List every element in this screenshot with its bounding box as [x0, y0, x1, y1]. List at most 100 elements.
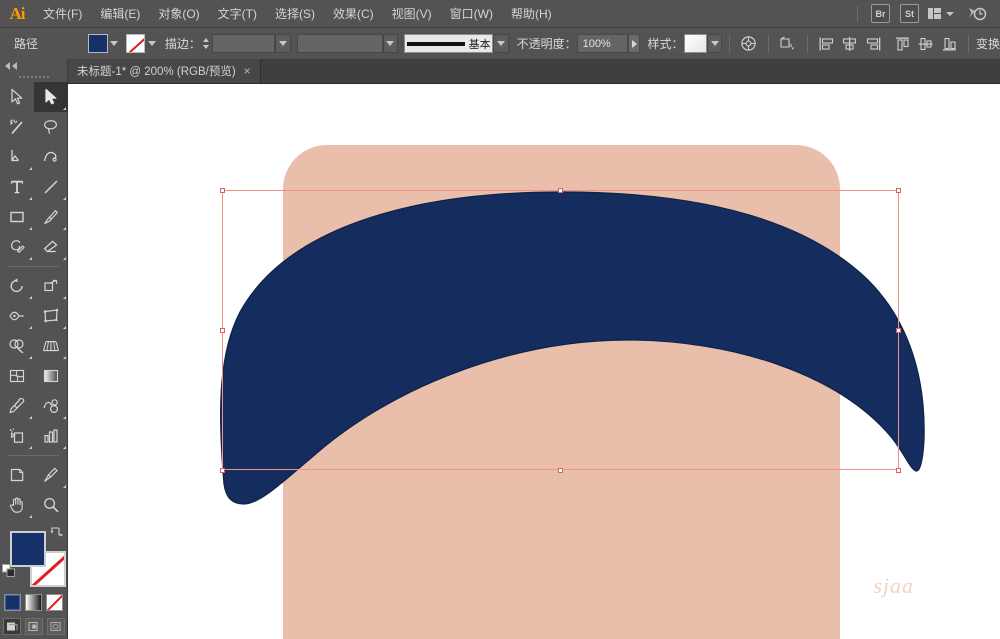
handle-bottom-right[interactable] — [896, 468, 901, 473]
mesh-tool[interactable] — [0, 361, 34, 391]
draw-inside-icon[interactable] — [46, 618, 65, 635]
tool-flyout-indicator — [63, 107, 66, 110]
shaper-tool[interactable] — [0, 232, 34, 262]
menu-object[interactable]: 对象(O) — [149, 0, 208, 28]
tool-flyout-indicator — [63, 356, 66, 359]
stroke-profile-dropdown-icon[interactable] — [493, 34, 509, 53]
selection-tool[interactable] — [0, 82, 34, 112]
handle-bottom-left[interactable] — [220, 468, 225, 473]
align-bottom-icon[interactable] — [940, 33, 960, 55]
rectangle-tool[interactable] — [0, 202, 34, 232]
pen-tool[interactable] — [0, 142, 34, 172]
style-label: 样式： — [647, 37, 684, 51]
align-left-icon[interactable] — [816, 33, 836, 55]
close-icon[interactable]: × — [244, 65, 251, 77]
swap-fill-stroke-icon[interactable] — [50, 526, 64, 540]
gradient-mode-icon[interactable] — [25, 594, 42, 611]
graphic-style-dropdown-icon[interactable] — [706, 34, 723, 53]
tool-grid-3 — [0, 460, 67, 520]
handle-middle-right[interactable] — [896, 328, 901, 333]
align-top-icon[interactable] — [892, 33, 912, 55]
tools-panel-collapse-icon[interactable] — [0, 60, 67, 72]
lasso-tool[interactable] — [34, 112, 68, 142]
menu-effect[interactable]: 效果(C) — [324, 0, 383, 28]
perspective-grid-tool[interactable] — [34, 331, 68, 361]
draw-normal-icon[interactable] — [2, 618, 21, 635]
blend-tool[interactable] — [34, 391, 68, 421]
document-tab[interactable]: 未标题-1* @ 200% (RGB/预览) × — [68, 59, 261, 83]
eyedropper-tool[interactable] — [0, 391, 34, 421]
symbol-sprayer-tool[interactable] — [0, 421, 34, 451]
handle-bottom-center[interactable] — [558, 468, 563, 473]
variable-width-dropdown-icon[interactable] — [382, 34, 398, 53]
search-help-icon[interactable] — [968, 5, 988, 23]
menu-window[interactable]: 窗口(W) — [441, 0, 502, 28]
opacity-field[interactable]: 100% — [576, 34, 628, 53]
shape-builder-tool[interactable] — [0, 331, 34, 361]
align-center-vertical-icon[interactable] — [916, 33, 936, 55]
stroke-weight-field[interactable] — [211, 34, 276, 53]
control-divider-2 — [767, 34, 769, 53]
graphic-style-swatch[interactable] — [683, 34, 707, 53]
stroke-dropdown-icon[interactable] — [145, 34, 157, 53]
recolor-artwork-icon[interactable] — [739, 33, 759, 55]
paintbrush-tool[interactable] — [34, 202, 68, 232]
transform-label[interactable]: 变换 — [976, 35, 1000, 52]
stroke-profile-selector[interactable]: 基本 — [404, 34, 494, 53]
canvas-area[interactable]: sjaa — [68, 84, 1000, 639]
workspace-switcher[interactable] — [928, 8, 954, 19]
tool-flyout-indicator — [63, 485, 66, 488]
hand-tool[interactable] — [0, 490, 34, 520]
rotate-tool[interactable] — [0, 271, 34, 301]
handle-top-left[interactable] — [220, 188, 225, 193]
bridge-icon[interactable]: Br — [871, 4, 890, 23]
draw-behind-icon[interactable] — [24, 618, 43, 635]
eraser-tool[interactable] — [34, 232, 68, 262]
default-fill-stroke-icon[interactable] — [2, 564, 16, 578]
stroke-color-swatch[interactable] — [125, 34, 146, 53]
handle-top-center[interactable] — [558, 188, 563, 193]
align-right-icon[interactable] — [864, 33, 884, 55]
fill-dropdown-icon[interactable] — [108, 34, 120, 53]
type-tool[interactable] — [0, 172, 34, 202]
menu-view[interactable]: 视图(V) — [383, 0, 441, 28]
tool-flyout-indicator — [63, 227, 66, 230]
menu-file[interactable]: 文件(F) — [34, 0, 91, 28]
curvature-tool[interactable] — [34, 142, 68, 172]
direct-selection-tool[interactable] — [34, 82, 68, 112]
stroke-weight-stepper[interactable] — [201, 34, 212, 53]
handle-middle-left[interactable] — [220, 328, 225, 333]
stock-icon[interactable]: St — [900, 4, 919, 23]
tool-flyout-indicator — [29, 167, 32, 170]
gradient-tool[interactable] — [34, 361, 68, 391]
opacity-flyout-icon[interactable] — [627, 34, 641, 53]
color-mode-icon[interactable] — [4, 594, 21, 611]
tool-flyout-indicator — [29, 296, 32, 299]
scale-tool[interactable] — [34, 271, 68, 301]
handle-top-right[interactable] — [896, 188, 901, 193]
menu-edit[interactable]: 编辑(E) — [91, 0, 149, 28]
free-transform-tool[interactable] — [34, 301, 68, 331]
fill-stroke-proxy — [0, 526, 68, 590]
magic-wand-tool[interactable] — [0, 112, 34, 142]
variable-width-field[interactable] — [296, 34, 383, 53]
zoom-tool[interactable] — [34, 490, 68, 520]
slice-tool[interactable] — [34, 460, 68, 490]
width-tool[interactable] — [0, 301, 34, 331]
menu-type[interactable]: 文字(T) — [209, 0, 266, 28]
stroke-weight-dropdown-icon[interactable] — [275, 34, 291, 53]
menu-select[interactable]: 选择(S) — [266, 0, 324, 28]
selection-bounding-box[interactable] — [220, 188, 901, 473]
fill-color-swatch[interactable] — [88, 34, 108, 53]
transform-flyout-icon[interactable] — [778, 33, 798, 55]
none-mode-icon[interactable] — [46, 594, 63, 611]
tool-flyout-indicator — [29, 515, 32, 518]
menu-help[interactable]: 帮助(H) — [502, 0, 561, 28]
artboard-tool[interactable] — [0, 460, 34, 490]
align-center-horizontal-icon[interactable] — [840, 33, 860, 55]
column-graph-tool[interactable] — [34, 421, 68, 451]
line-segment-tool[interactable] — [34, 172, 68, 202]
toolbar-fill-swatch[interactable] — [10, 531, 46, 567]
tools-panel-drag-handle[interactable] — [0, 72, 67, 82]
color-mode-buttons — [0, 594, 67, 611]
